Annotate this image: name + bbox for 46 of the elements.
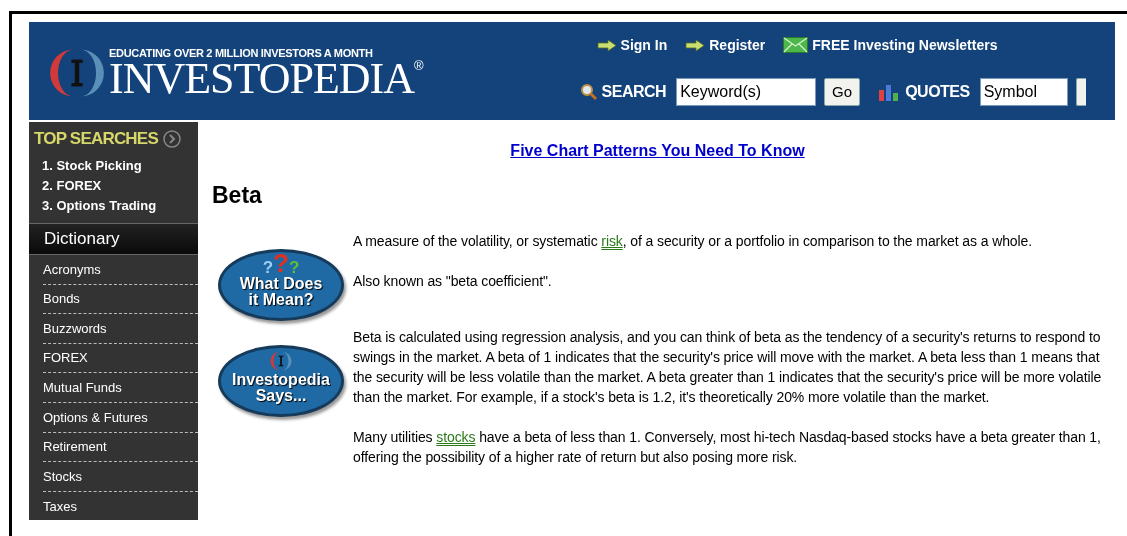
top-searches-title: TOP SEARCHES [34,128,158,150]
logo-wordmark: INVESTOPEDIA [109,58,414,99]
term-link[interactable]: stocks [436,428,476,445]
go-button[interactable]: Go [824,78,861,106]
sidebar-link[interactable]: Taxes [43,491,198,520]
header-link[interactable]: Register [685,34,766,56]
paragraph-text: A measure of the volatility, or systematic risk, of a security or a portfolio in comparison to the market as a whole. [353,231,1033,251]
badge-label: What Does it Mean? [239,275,323,308]
chevron-circle-icon [162,130,181,148]
header-link[interactable]: Sign In [596,34,668,56]
paragraph-text: Many utilities stocks have a beta of less than 1. Conversely, most hi-tech Nasdaq-based stocks have a beta greater than 1, offering the possibility of a higher rate of return but also posing more risk. [353,427,1102,467]
page-title: Beta [212,181,263,210]
question-mark: ? [288,258,300,276]
envelope-icon [783,37,809,53]
tagline: EDUCATING OVER 2 MILLION INVESTORS A MONTH [109,47,374,59]
quote-button[interactable] [1075,78,1086,106]
arrow-icon [685,38,706,52]
sidebar-link[interactable]: Options & Futures [43,402,198,433]
dictionary-title: Dictionary [44,228,120,251]
term-link[interactable]: risk [601,232,623,249]
sidebar-link[interactable]: Buzzwords [43,314,198,344]
sidebar-link[interactable]: Bonds [43,284,198,315]
symbol-field[interactable]: Symbol [979,78,1068,106]
sidebar-link[interactable]: Stocks [43,462,198,492]
bar-chart-icon [878,83,901,101]
top-search-link[interactable]: 3. Options Trading [42,196,198,216]
sidebar-link[interactable]: FOREX [43,343,198,374]
header-link[interactable]: FREE Investing Newsletters [783,34,998,56]
paragraph-text: Also known as "beta coefficient". [353,271,553,291]
top-search-link[interactable]: 1. Stock Picking [42,156,198,176]
search-icon [579,83,598,101]
question-mark: ? [273,249,289,276]
registered-mark: ® [413,58,424,72]
badge-label: Investopedia Says... [232,371,330,404]
sidebar-link[interactable]: Acronyms [43,255,198,285]
search-label: SEARCH [601,82,667,102]
logo-icon [270,349,292,372]
arrow-icon [596,38,617,52]
promo-link[interactable]: Five Chart Patterns You Need To Know [510,139,805,163]
sidebar-link[interactable]: Mutual Funds [43,373,198,403]
paragraph-text: Beta is calculated using regression analysis, and you can think of beta as the tendency of a security's returns to respond to swings in the market. A beta of 1 indicates that the security's price will move with the market. A beta less than 1 means that the security will be less volatile than the market. A beta greater than 1 indicates that the security's price will be more volatile than the market. For example, if a stock's beta is 1.2, it's theoretically 20% more volatile than the market. [353,327,1103,407]
search-field[interactable]: Keyword(s) [676,78,817,106]
top-search-link[interactable]: 2. FOREX [42,176,198,196]
sidebar-link[interactable]: Retirement [43,432,198,463]
quotes-label: QUOTES [905,82,970,102]
question-mark: ? [262,258,274,276]
